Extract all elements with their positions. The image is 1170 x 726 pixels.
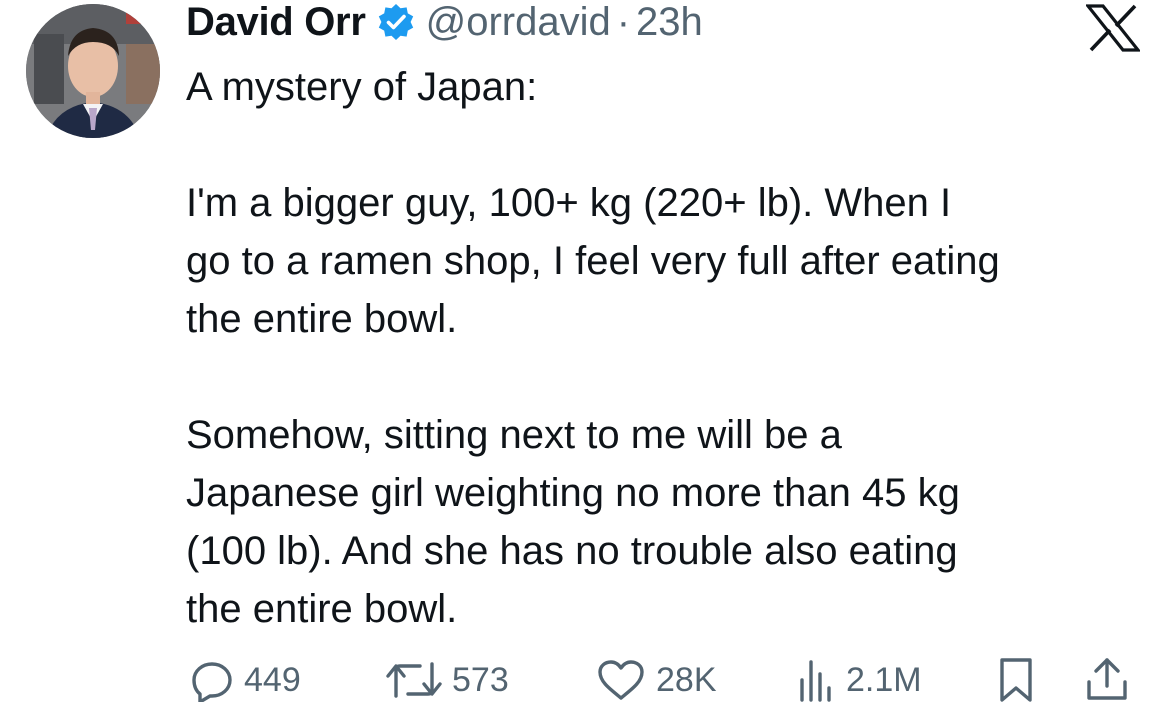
avatar-image <box>26 4 160 138</box>
tweet: David Orr @orrdavid · 23h A mystery of J… <box>0 0 1170 726</box>
tweet-text-paragraph-3: Somehow, sitting next to me will be a Ja… <box>186 413 960 631</box>
timestamp[interactable]: 23h <box>636 0 703 45</box>
bookmark-icon <box>1000 658 1032 702</box>
views-icon <box>800 660 831 702</box>
heart-icon <box>598 660 644 700</box>
bookmark-button[interactable] <box>996 652 1036 708</box>
like-count: 28K <box>656 660 717 699</box>
reply-count: 449 <box>244 660 301 699</box>
views-button[interactable]: 2.1M <box>796 652 922 708</box>
author-handle[interactable]: @orrdavid <box>426 0 611 45</box>
author-name[interactable]: David Orr <box>186 0 366 45</box>
like-button[interactable]: 28K <box>596 652 717 708</box>
repost-icon <box>386 662 442 698</box>
action-bar: 449 573 28K 2.1M <box>186 652 1146 708</box>
share-button[interactable] <box>1084 652 1130 708</box>
reply-icon <box>192 662 232 702</box>
verified-badge-icon <box>376 2 416 42</box>
views-count: 2.1M <box>846 660 922 699</box>
tweet-header: David Orr @orrdavid · 23h <box>186 0 703 44</box>
repost-button[interactable]: 573 <box>386 652 509 708</box>
separator-dot: · <box>616 0 631 44</box>
tweet-text-line-1: A mystery of Japan: <box>186 65 538 109</box>
x-logo-icon <box>1086 4 1140 52</box>
reply-button[interactable]: 449 <box>190 652 301 708</box>
repost-count: 573 <box>452 660 509 699</box>
tweet-text: A mystery of Japan: I'm a bigger guy, 10… <box>186 58 1146 638</box>
share-icon <box>1087 658 1127 700</box>
avatar[interactable] <box>26 4 160 138</box>
tweet-text-paragraph-2: I'm a bigger guy, 100+ kg (220+ lb). Whe… <box>186 181 1000 341</box>
